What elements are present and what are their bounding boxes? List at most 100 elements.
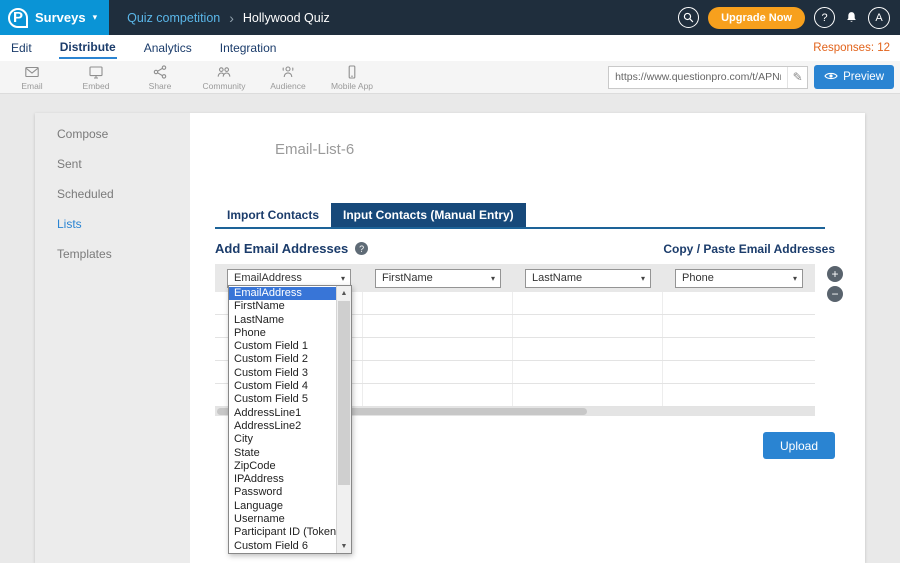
questionpro-logo-icon: P [8, 8, 28, 28]
cell-input[interactable] [363, 315, 513, 337]
cell-input[interactable] [513, 384, 663, 406]
nav-item-edit[interactable]: Edit [10, 38, 33, 58]
tool-email-label: Email [21, 81, 42, 91]
contacts-tabs: Import Contacts Input Contacts (Manual E… [215, 203, 825, 229]
avatar[interactable]: A [868, 7, 890, 29]
dropdown-scrollbar[interactable]: ▲ ▼ [336, 286, 351, 553]
help-icon[interactable]: ? [814, 7, 835, 28]
embed-icon [88, 64, 104, 80]
notifications-bell-icon[interactable] [844, 10, 859, 25]
cell-input[interactable] [513, 292, 663, 314]
mobile-app-icon [344, 64, 360, 80]
sidebar-item-templates[interactable]: Templates [35, 239, 190, 269]
cell-input[interactable] [663, 384, 815, 406]
cell-input[interactable] [663, 292, 815, 314]
tool-embed[interactable]: Embed [64, 64, 128, 91]
breadcrumb-current: Hollywood Quiz [243, 11, 330, 25]
cell-input[interactable] [513, 338, 663, 360]
caret-down-icon: ▾ [93, 12, 98, 23]
sidebar-item-scheduled[interactable]: Scheduled [35, 179, 190, 209]
cell-input[interactable] [363, 338, 513, 360]
dropdown-option[interactable]: City [229, 433, 336, 446]
cell-input[interactable] [513, 361, 663, 383]
cell-input[interactable] [513, 315, 663, 337]
tool-community-label: Community [203, 81, 246, 91]
dropdown-option[interactable]: ZipCode [229, 460, 336, 473]
sidebar-item-sent[interactable]: Sent [35, 149, 190, 179]
nav-item-integration[interactable]: Integration [219, 38, 278, 58]
dropdown-option[interactable]: Custom Field 6 [229, 540, 336, 553]
tool-audience-label: Audience [270, 81, 305, 91]
surveys-menu[interactable]: P Surveys ▾ [0, 0, 109, 35]
column-select-lastname-value: LastName [532, 272, 582, 284]
column-select-emailaddress-value: EmailAddress [234, 272, 302, 284]
upgrade-now-button[interactable]: Upgrade Now [708, 7, 805, 29]
dropdown-option[interactable]: AddressLine2 [229, 420, 336, 433]
cell-input[interactable] [363, 361, 513, 383]
dropdown-option[interactable]: FirstName [229, 300, 336, 313]
add-row-button[interactable]: + [827, 266, 843, 282]
edit-url-pencil-icon[interactable]: ✎ [787, 67, 807, 88]
column-select-lastname[interactable]: LastName ▾ [525, 269, 651, 288]
dropdown-option[interactable]: Language [229, 500, 336, 513]
dropdown-option[interactable]: Password [229, 486, 336, 499]
column-select-firstname-value: FirstName [382, 272, 433, 284]
dropdown-option[interactable]: EmailAddress [229, 287, 336, 300]
email-sidebar: Compose Sent Scheduled Lists Templates [35, 113, 190, 563]
dropdown-option[interactable]: IPAddress [229, 473, 336, 486]
section-help-icon[interactable]: ? [355, 242, 368, 255]
column-header-4: Phone ▾ [663, 269, 815, 288]
list-title: Email-List-6 [275, 141, 354, 158]
tool-audience[interactable]: Audience [256, 64, 320, 91]
column-field-dropdown: EmailAddress FirstName LastName Phone Cu… [228, 285, 352, 554]
top-bar: P Surveys ▾ Quiz competition › Hollywood… [0, 0, 900, 35]
community-icon [216, 64, 232, 80]
survey-url-input[interactable] [609, 67, 787, 88]
cell-input[interactable] [363, 292, 513, 314]
sidebar-item-lists[interactable]: Lists [35, 209, 190, 239]
scroll-down-icon[interactable]: ▼ [337, 539, 351, 553]
distribute-toolbar: Email Embed Share Community Audience Mob… [0, 61, 900, 94]
dropdown-option[interactable]: Custom Field 5 [229, 393, 336, 406]
tab-import-contacts[interactable]: Import Contacts [215, 203, 331, 227]
responses-count[interactable]: Responses: 12 [813, 42, 890, 54]
dropdown-option[interactable]: LastName [229, 314, 336, 327]
dropdown-option[interactable]: State [229, 447, 336, 460]
tool-mobile-app[interactable]: Mobile App [320, 64, 384, 91]
nav-item-analytics[interactable]: Analytics [143, 38, 193, 58]
dropdown-scrollbar-thumb[interactable] [338, 301, 350, 485]
preview-button[interactable]: Preview [814, 65, 894, 89]
scroll-up-icon[interactable]: ▲ [337, 286, 351, 300]
cell-input[interactable] [663, 315, 815, 337]
chevron-right-icon: › [229, 10, 234, 26]
search-icon[interactable] [678, 7, 699, 28]
nav-item-distribute[interactable]: Distribute [59, 37, 117, 59]
dropdown-option[interactable]: Phone [229, 327, 336, 340]
tool-email[interactable]: Email [0, 64, 64, 91]
eye-icon [824, 71, 838, 84]
dropdown-option[interactable]: Custom Field 1 [229, 340, 336, 353]
add-email-addresses-title: Add Email Addresses [215, 241, 348, 256]
tool-community[interactable]: Community [192, 64, 256, 91]
tab-input-contacts-manual[interactable]: Input Contacts (Manual Entry) [331, 203, 526, 227]
cell-input[interactable] [363, 384, 513, 406]
copy-paste-email-link[interactable]: Copy / Paste Email Addresses [663, 242, 835, 256]
column-select-phone[interactable]: Phone ▾ [675, 269, 803, 288]
tool-embed-label: Embed [83, 81, 110, 91]
tool-share[interactable]: Share [128, 64, 192, 91]
dropdown-option[interactable]: Custom Field 2 [229, 353, 336, 366]
cell-input[interactable] [663, 361, 815, 383]
dropdown-option[interactable]: Username [229, 513, 336, 526]
dropdown-options-list: EmailAddress FirstName LastName Phone Cu… [229, 287, 336, 553]
cell-input[interactable] [663, 338, 815, 360]
upload-button[interactable]: Upload [763, 432, 835, 459]
dropdown-option[interactable]: Custom Field 3 [229, 367, 336, 380]
dropdown-option[interactable]: Participant ID (Tokens) [229, 526, 336, 539]
breadcrumb-parent[interactable]: Quiz competition [127, 11, 220, 25]
dropdown-option[interactable]: Custom Field 4 [229, 380, 336, 393]
remove-row-button[interactable]: − [827, 286, 843, 302]
column-select-firstname[interactable]: FirstName ▾ [375, 269, 501, 288]
dropdown-option[interactable]: AddressLine1 [229, 407, 336, 420]
column-select-phone-value: Phone [682, 272, 714, 284]
sidebar-item-compose[interactable]: Compose [35, 119, 190, 149]
